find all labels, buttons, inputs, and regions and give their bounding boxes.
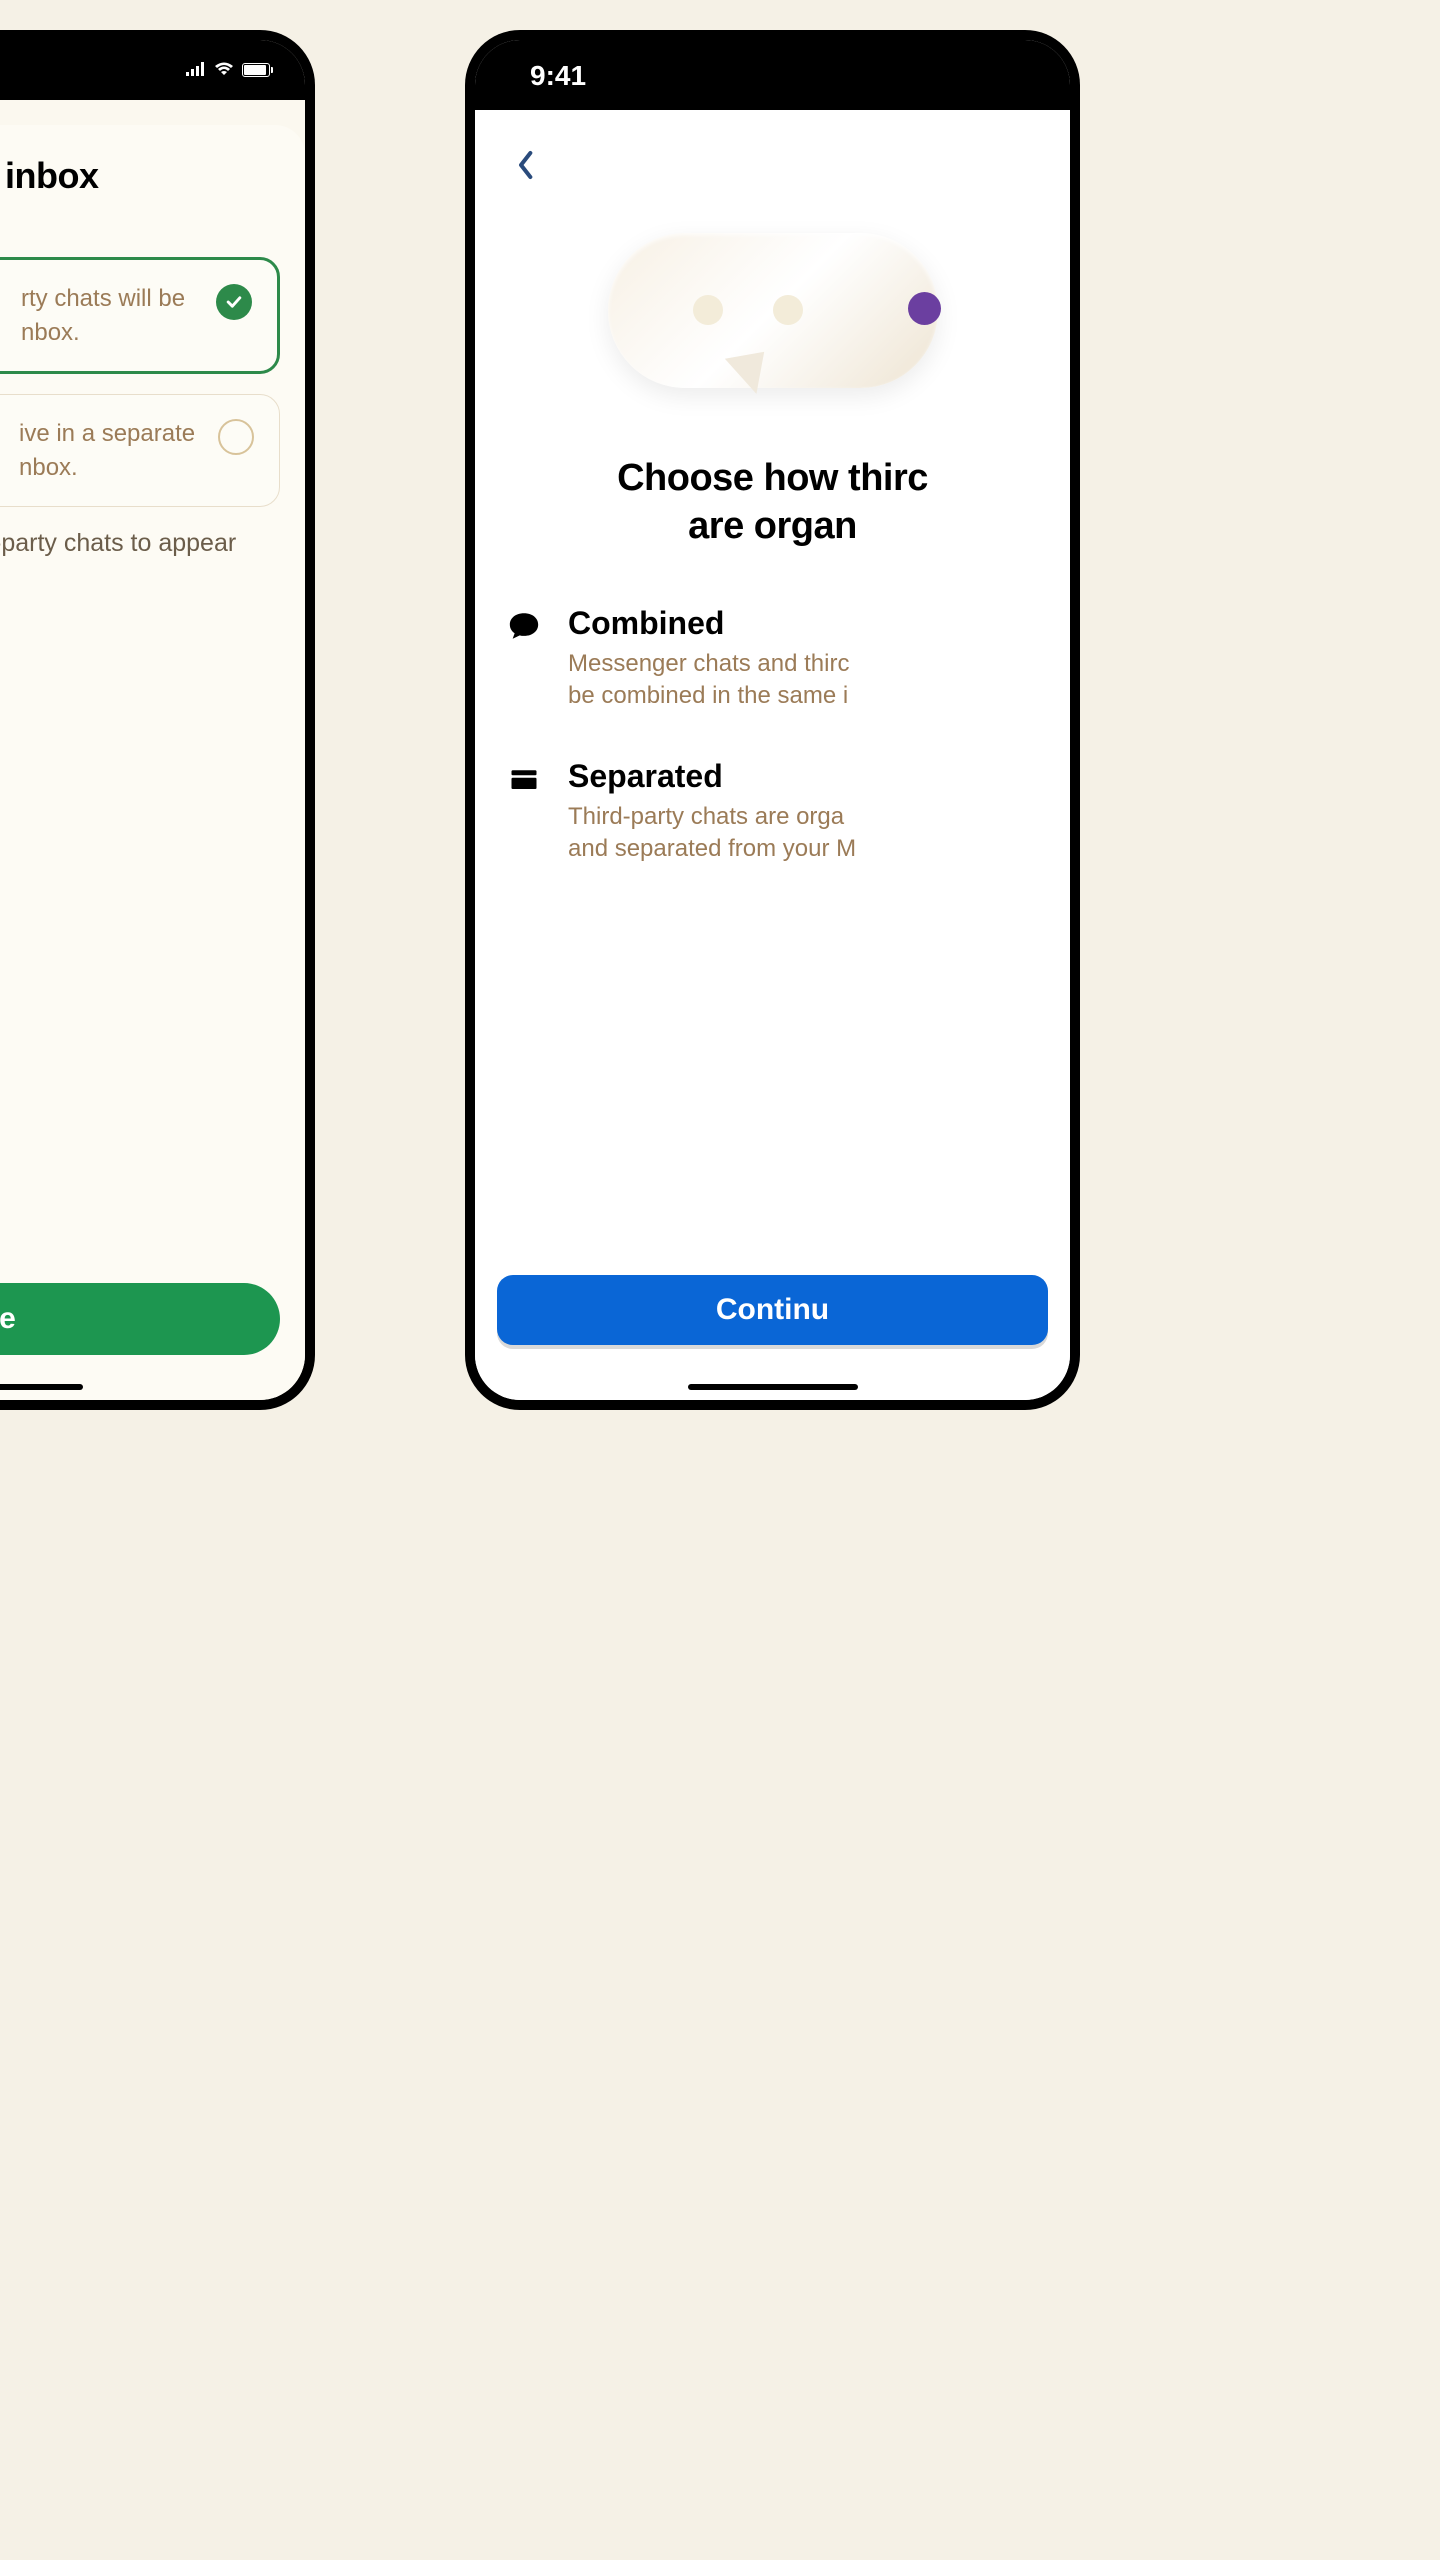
choice-title: Combined: [568, 605, 1040, 642]
radio-empty-icon: [218, 419, 254, 455]
option-separated[interactable]: ive in a separate nbox.: [0, 394, 280, 507]
dot-icon: [693, 295, 723, 325]
onboarding-sheet: Choose how thirc are organ Combined Mess…: [475, 125, 1070, 1400]
status-time: 9:41: [530, 60, 586, 92]
dot-icon: [773, 295, 803, 325]
option-text: ive in a separate nbox.: [19, 417, 203, 484]
option-combined[interactable]: rty chats will be nbox.: [0, 257, 280, 374]
button-label: Continu: [716, 1293, 829, 1327]
status-bar: [0, 40, 305, 100]
button-label: e: [0, 1302, 16, 1336]
choice-title: Separated: [568, 758, 1040, 795]
continue-button[interactable]: Continu: [497, 1275, 1048, 1345]
choice-separated[interactable]: Separated Third-party chats are orga and…: [505, 758, 1040, 866]
phone-screen-left: inbox rty chats will be nbox. ive in a s…: [0, 40, 305, 1400]
choice-combined[interactable]: Combined Messenger chats and thirc be co…: [505, 605, 1040, 713]
back-button[interactable]: [505, 145, 545, 185]
page-title: inbox: [5, 155, 280, 197]
helper-text: -party chats to appear: [0, 527, 280, 561]
chevron-left-icon: [517, 150, 533, 180]
cellular-signal-icon: [186, 59, 206, 82]
radio-selected-icon: [216, 284, 252, 320]
chat-bubble-icon: [505, 607, 543, 645]
dot-icon: [908, 292, 941, 325]
hero-illustration: [598, 215, 948, 405]
settings-sheet: inbox rty chats will be nbox. ive in a s…: [0, 125, 305, 1400]
choice-description: Messenger chats and thirc be combined in…: [568, 648, 1040, 713]
home-indicator[interactable]: [0, 1384, 83, 1390]
phone-mockup-right: 9:41 Choose how thirc are organ Combined: [465, 30, 1080, 1410]
option-text: rty chats will be nbox.: [21, 282, 201, 349]
done-button[interactable]: e: [0, 1283, 280, 1355]
battery-icon: [242, 63, 270, 77]
phone-mockup-left: inbox rty chats will be nbox. ive in a s…: [0, 30, 315, 1410]
page-title: Choose how thirc are organ: [505, 455, 1040, 550]
wifi-icon: [214, 59, 234, 82]
home-indicator[interactable]: [688, 1384, 858, 1390]
folder-icon: [505, 760, 543, 798]
choice-description: Third-party chats are orga and separated…: [568, 801, 1040, 866]
phone-screen-right: 9:41 Choose how thirc are organ Combined: [475, 40, 1070, 1400]
